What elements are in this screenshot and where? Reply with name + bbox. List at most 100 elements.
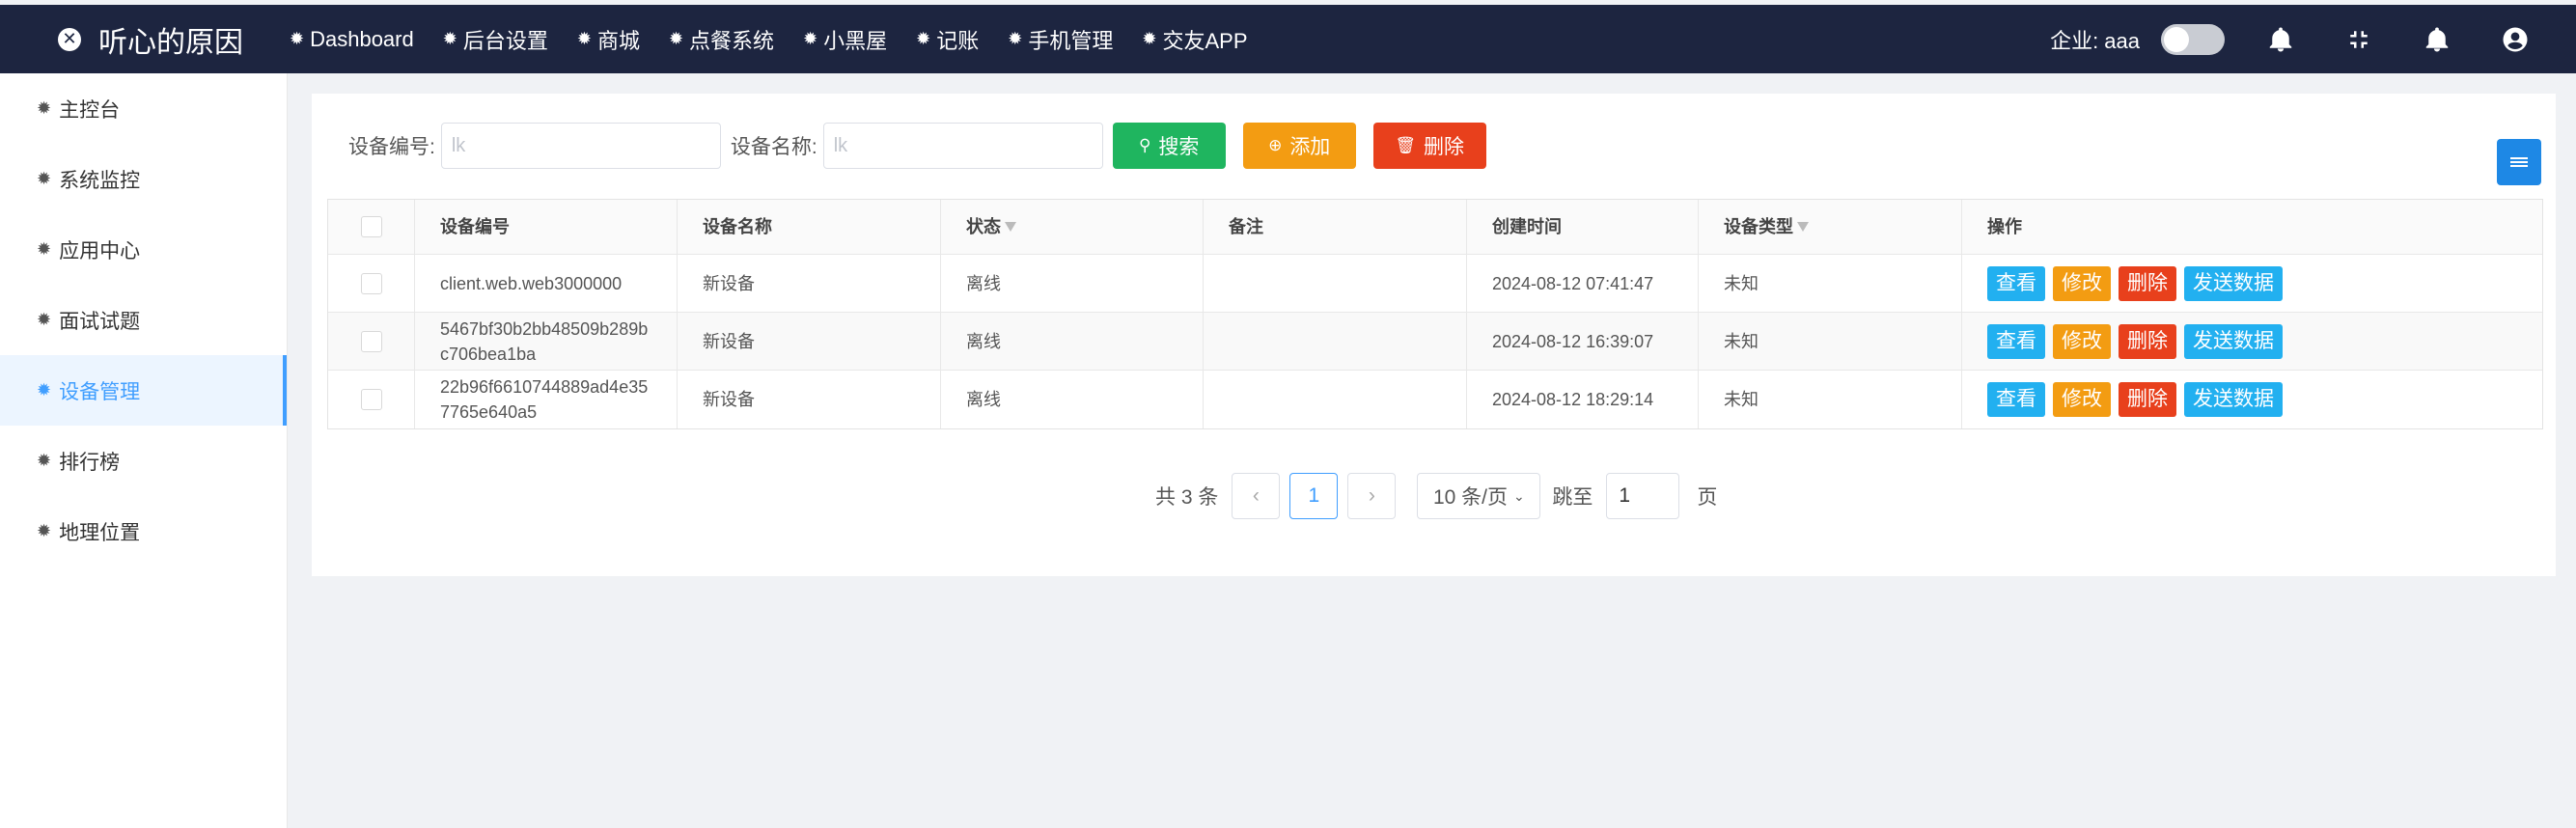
pagination: 共 3 条 ‹ 1 › 10 条/页 ⌄ 跳至 1 页 <box>1155 473 1717 519</box>
fullscreen-exit-icon[interactable] <box>2341 22 2376 57</box>
sidebar-item-ranking[interactable]: ✹ 排行榜 <box>0 426 287 496</box>
page-suffix: 页 <box>1697 486 1718 509</box>
top-nav: ✹ Dashboard ✹ 后台设置 ✹ 商城 ✹ 点餐系统 ✹ 小黑屋 ✹ 记账 ✹ 手机管… <box>290 24 1277 55</box>
search-button[interactable]: ⚲ 搜索 <box>1112 123 1226 169</box>
gear-icon: ✹ <box>37 521 52 540</box>
row-checkbox[interactable] <box>360 389 382 410</box>
edit-button[interactable]: 修改 <box>2053 265 2111 301</box>
column-list-button[interactable] <box>2497 139 2541 185</box>
topnav-dating-app[interactable]: ✹ 交友APP <box>1142 24 1247 55</box>
topnav-phone-manage[interactable]: ✹ 手机管理 <box>1008 24 1113 55</box>
device-name-label: 设备名称: <box>730 136 817 158</box>
app-logo[interactable]: ✕ 听心的原因 <box>0 18 290 61</box>
topnav-dashboard[interactable]: ✹ Dashboard <box>290 27 414 52</box>
header-device-type: 设备类型 <box>1699 200 1962 254</box>
search-icon: ⚲ <box>1138 136 1151 154</box>
row-delete-button[interactable]: 删除 <box>2119 265 2176 301</box>
row-actions: 查看 修改 删除 发送数据 <box>1987 323 2290 359</box>
gear-icon: ✹ <box>37 98 52 118</box>
theme-toggle[interactable] <box>2161 23 2225 55</box>
topnav-admin-settings[interactable]: ✹ 后台设置 <box>443 24 548 55</box>
send-data-button[interactable]: 发送数据 <box>2184 323 2283 359</box>
prev-page-button[interactable]: ‹ <box>1232 473 1281 519</box>
header-device-name: 设备名称 <box>678 200 941 254</box>
gear-icon: ✹ <box>916 29 931 48</box>
gear-icon: ✹ <box>1008 29 1023 48</box>
cell-created-time: 2024-08-12 07:41:47 <box>1467 255 1699 312</box>
view-button[interactable]: 查看 <box>1987 323 2045 359</box>
page-size-select[interactable]: 10 条/页 ⌄ <box>1417 473 1541 519</box>
device-code-text: 22b96f6610744889ad4e35 <box>440 377 649 397</box>
select-all-checkbox[interactable] <box>360 216 382 237</box>
filter-icon[interactable] <box>1005 222 1016 232</box>
topnav-accounting[interactable]: ✹ 记账 <box>916 24 979 55</box>
sidebar-item-interview[interactable]: ✹ 面试试题 <box>0 285 287 355</box>
topnav-ordering[interactable]: ✹ 点餐系统 <box>669 24 774 55</box>
edit-button[interactable]: 修改 <box>2053 382 2111 417</box>
search-toolbar: 设备编号: 设备名称: ⚲搜索 ⊕添加 🗑删除 <box>348 123 1486 169</box>
cell-device-code: client.web.web3000000 <box>415 255 678 312</box>
gear-icon: ✹ <box>1142 29 1157 48</box>
delete-button[interactable]: 🗑 删除 <box>1372 123 1486 169</box>
add-button[interactable]: ⊕ 添加 <box>1242 123 1356 169</box>
sidebar-item-monitor[interactable]: ✹ 系统监控 <box>0 144 287 214</box>
row-actions: 查看 修改 删除 发送数据 <box>1987 265 2290 301</box>
header-created-time: 创建时间 <box>1467 200 1699 254</box>
cell-device-name: 新设备 <box>678 371 941 428</box>
sidebar-item-console[interactable]: ✹ 主控台 <box>0 73 287 144</box>
row-checkbox[interactable] <box>360 330 382 352</box>
sidebar-item-device-manage[interactable]: ✹ 设备管理 <box>0 355 287 426</box>
row-select-cell <box>328 255 415 312</box>
select-all-cell <box>328 200 415 254</box>
device-name-input[interactable] <box>822 123 1103 169</box>
total-count: 共 3 条 <box>1155 486 1219 509</box>
sidebar-item-location[interactable]: ✹ 地理位置 <box>0 496 287 566</box>
device-code-text-cont: c706bea1ba <box>440 344 537 364</box>
table-row: client.web.web3000000 新设备 离线 2024-08-12 … <box>328 255 2542 313</box>
edit-button[interactable]: 修改 <box>2053 323 2111 359</box>
topnav-mall[interactable]: ✹ 商城 <box>577 24 640 55</box>
device-code-label: 设备编号: <box>348 136 435 158</box>
sidebar: ✹ 主控台 ✹ 系统监控 ✹ 应用中心 ✹ 面试试题 ✹ 设备管理 ✹ 排行榜 ✹ 地理位置 <box>0 73 288 828</box>
table-row: 5467bf30b2bb48509b289b c706bea1ba 新设备 离线 … <box>328 313 2542 371</box>
device-code-input[interactable] <box>440 123 721 169</box>
device-code-text: client.web.web3000000 <box>440 273 623 293</box>
cell-created-time: 2024-08-12 18:29:14 <box>1467 371 1699 428</box>
row-checkbox[interactable] <box>360 272 382 294</box>
user-avatar-icon[interactable] <box>2498 22 2533 57</box>
gear-icon: ✹ <box>668 29 684 48</box>
gear-icon: ✹ <box>37 451 52 470</box>
row-actions: 查看 修改 删除 发送数据 <box>1987 382 2290 417</box>
trash-icon: 🗑 <box>1395 136 1416 154</box>
row-delete-button[interactable]: 删除 <box>2119 323 2176 359</box>
view-button[interactable]: 查看 <box>1987 265 2045 301</box>
topnav-blackroom[interactable]: ✹ 小黑屋 <box>803 24 887 55</box>
view-button[interactable]: 查看 <box>1987 382 2045 417</box>
xbox-logo-icon: ✕ <box>58 27 81 51</box>
filter-icon[interactable] <box>1797 222 1809 232</box>
cell-device-type: 未知 <box>1699 255 1962 312</box>
page-number-button[interactable]: 1 <box>1289 473 1339 519</box>
row-delete-button[interactable]: 删除 <box>2119 382 2176 417</box>
row-select-cell <box>328 313 415 370</box>
gear-icon: ✹ <box>576 29 592 48</box>
sidebar-item-app-center[interactable]: ✹ 应用中心 <box>0 214 287 285</box>
cell-device-type: 未知 <box>1699 371 1962 428</box>
cell-note <box>1204 371 1467 428</box>
notification-bell-icon[interactable] <box>2420 22 2454 57</box>
header-device-code: 设备编号 <box>415 200 678 254</box>
cell-actions: 查看 修改 删除 发送数据 <box>1962 255 2542 312</box>
send-data-button[interactable]: 发送数据 <box>2184 265 2283 301</box>
device-table: 设备编号 设备名称 状态 备注 创建时间 设备类型 操作 client.web.… <box>327 199 2543 429</box>
next-page-button[interactable]: › <box>1347 473 1397 519</box>
list-icon <box>2510 155 2528 169</box>
cell-device-code: 5467bf30b2bb48509b289b c706bea1ba <box>415 313 678 370</box>
jump-page-input[interactable]: 1 <box>1606 473 1680 519</box>
send-data-button[interactable]: 发送数据 <box>2184 382 2283 417</box>
cell-note <box>1204 313 1467 370</box>
header-actions: 操作 <box>1987 217 2022 236</box>
bell-icon[interactable] <box>2263 22 2298 57</box>
gear-icon: ✹ <box>37 380 52 400</box>
table-row: 22b96f6610744889ad4e35 7765e640a5 新设备 离线 … <box>328 371 2542 428</box>
cell-status: 离线 <box>941 313 1204 370</box>
